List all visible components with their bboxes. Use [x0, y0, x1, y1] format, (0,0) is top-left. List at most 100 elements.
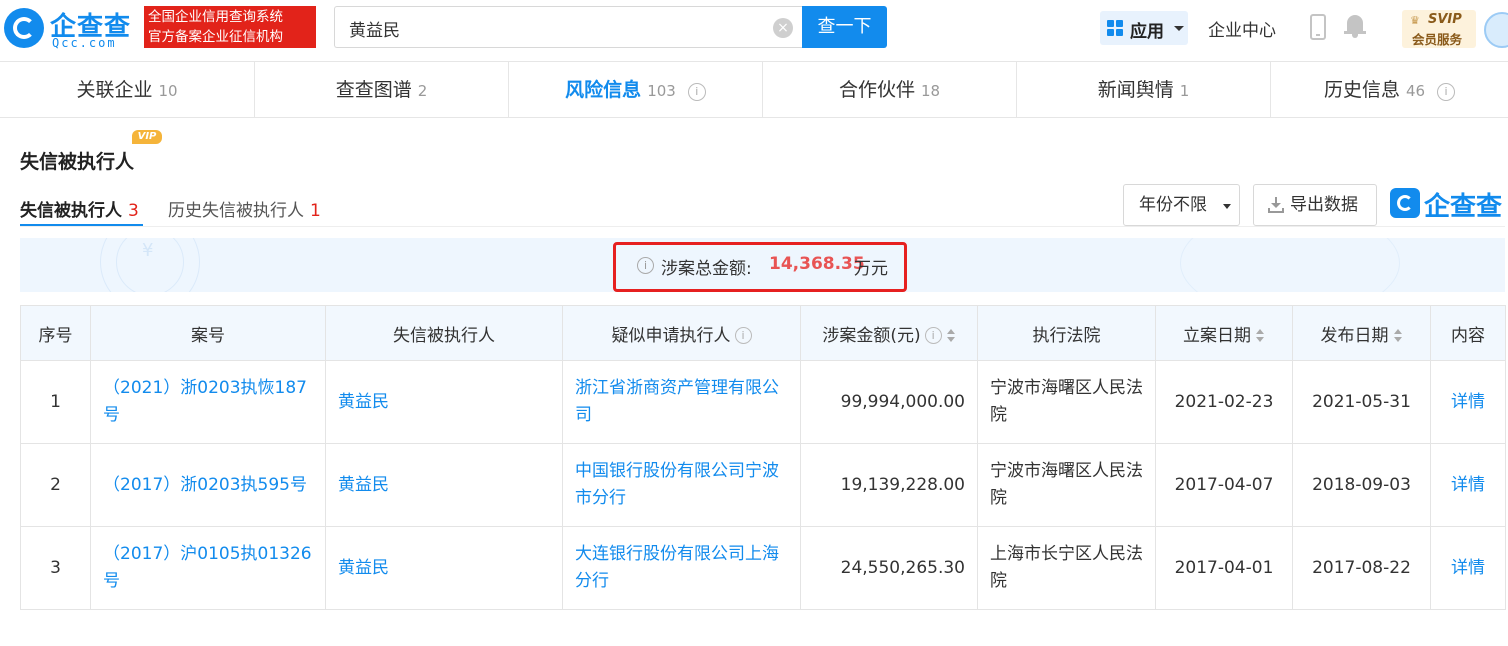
qcc-logo[interactable]: 企查查 Qcc.com — [0, 4, 142, 52]
tab-graph[interactable]: 查查图谱 2 — [255, 62, 509, 118]
tab-count: 10 — [158, 82, 178, 100]
applicant-link[interactable]: 浙江省浙商资产管理有限公司 — [562, 360, 801, 444]
sort-icon[interactable] — [946, 328, 956, 343]
top-header: 企查查 Qcc.com 全国企业信用查询系统 官方备案企业征信机构 × 查一下 … — [0, 0, 1508, 62]
qcc-watermark-logo: 企查查 — [1390, 186, 1508, 222]
tab-history[interactable]: 历史信息 46 i — [1271, 62, 1508, 118]
subtab-count: 3 — [128, 201, 139, 221]
subtab-label: 历史失信被执行人 — [168, 201, 304, 221]
tab-label: 风险信息 — [565, 79, 642, 101]
tab-news[interactable]: 新闻舆情 1 — [1017, 62, 1271, 118]
col-header-content: 内容 — [1430, 305, 1506, 361]
case-number-link[interactable]: （2017）浙0203执595号 — [90, 443, 326, 527]
subtab-label: 失信被执行人 — [20, 201, 122, 221]
app-menu-button[interactable]: 应用 — [1100, 11, 1188, 45]
tab-count: 46 — [1405, 82, 1426, 100]
cell-amount: 99,994,000.00 — [800, 360, 978, 444]
sort-icon[interactable] — [1393, 328, 1403, 343]
col-header-filed-date[interactable]: 立案日期 — [1155, 305, 1293, 361]
year-filter-dropdown[interactable]: 年份不限 — [1123, 184, 1240, 226]
detail-link[interactable]: 详情 — [1430, 526, 1506, 610]
table-header-row: 序号 案号 失信被执行人 疑似申请执行人 i 涉案金额(元) i 执行法院 立案日期… — [20, 305, 1506, 361]
svip-member-button[interactable]: ♛ SVIP 会员服务 — [1402, 10, 1476, 48]
info-icon[interactable]: i — [687, 82, 706, 101]
search-input[interactable] — [349, 15, 749, 41]
search-box: × — [334, 6, 804, 48]
col-header-label: 立案日期 — [1183, 325, 1251, 346]
case-number-link[interactable]: （2017）沪0105执01326号 — [90, 526, 326, 610]
cell-filed-date: 2017-04-01 — [1155, 526, 1293, 610]
enterprise-center-link[interactable]: 企业中心 — [1208, 16, 1276, 41]
notification-bell-icon[interactable] — [1344, 14, 1366, 38]
subtab-count: 1 — [310, 201, 321, 221]
cell-filed-date: 2017-04-07 — [1155, 443, 1293, 527]
tab-related-companies[interactable]: 关联企业 10 — [0, 62, 255, 118]
table-row: 2 （2017）浙0203执595号 黄益民 中国银行股份有限公司宁波市分行 1… — [20, 443, 1506, 527]
watermark-text: 企查查 — [1424, 192, 1503, 222]
export-label: 导出数据 — [1290, 195, 1358, 215]
slogan-badge: 全国企业信用查询系统 官方备案企业征信机构 — [144, 6, 316, 48]
cell-index: 3 — [20, 526, 91, 610]
sort-icon[interactable] — [1255, 328, 1265, 343]
col-header-label: 涉案金额(元) — [822, 325, 921, 346]
col-header-case-no: 案号 — [90, 305, 326, 361]
case-number-link[interactable]: （2021）浙0203执恢187号 — [90, 360, 326, 444]
download-icon — [1268, 197, 1284, 213]
cell-publish-date: 2021-05-31 — [1292, 360, 1431, 444]
col-header-court: 执行法院 — [977, 305, 1156, 361]
total-amount-label: 涉案总金额: — [661, 259, 752, 279]
dishonest-debtor-table: 序号 案号 失信被执行人 疑似申请执行人 i 涉案金额(元) i 执行法院 立案日期… — [20, 305, 1506, 610]
info-icon[interactable]: i — [637, 257, 654, 274]
avatar[interactable] — [1484, 12, 1508, 48]
tab-risk-info[interactable]: 风险信息 103 i — [509, 62, 763, 118]
clear-icon[interactable]: × — [773, 18, 793, 38]
logo-domain: Qcc.com — [52, 36, 117, 50]
info-icon[interactable]: i — [924, 327, 942, 344]
info-icon[interactable]: i — [734, 327, 752, 344]
col-header-applicant: 疑似申请执行人 i — [562, 305, 801, 361]
detail-link[interactable]: 详情 — [1430, 443, 1506, 527]
applicant-link[interactable]: 大连银行股份有限公司上海分行 — [562, 526, 801, 610]
applicant-link[interactable]: 中国银行股份有限公司宁波市分行 — [562, 443, 801, 527]
cell-court: 宁波市海曙区人民法院 — [977, 360, 1156, 444]
tab-label: 历史信息 — [1323, 79, 1400, 101]
year-filter-label: 年份不限 — [1139, 195, 1207, 215]
cell-court: 宁波市海曙区人民法院 — [977, 443, 1156, 527]
logo-mark-icon — [1390, 188, 1420, 218]
tab-label: 合作伙伴 — [838, 79, 915, 101]
decorative-circle — [1180, 238, 1400, 292]
app-grid-icon — [1107, 20, 1123, 36]
search-button[interactable]: 查一下 — [802, 6, 887, 48]
debtor-link[interactable]: 黄益民 — [325, 443, 563, 527]
tab-count: 1 — [1179, 82, 1190, 100]
subtab-history-dishonest-debtor[interactable]: 历史失信被执行人 1 — [168, 196, 321, 221]
total-amount-value: 14,368.35 — [769, 254, 865, 274]
caret-down-icon — [1223, 204, 1231, 209]
col-header-label: 疑似申请执行人 — [611, 325, 731, 346]
export-data-button[interactable]: 导出数据 — [1253, 184, 1377, 226]
cell-amount: 19,139,228.00 — [800, 443, 978, 527]
vip-tag: VIP — [132, 130, 162, 144]
logo-mark-icon — [4, 8, 44, 48]
table-row: 3 （2017）沪0105执01326号 黄益民 大连银行股份有限公司上海分行 … — [20, 526, 1506, 610]
mobile-phone-icon[interactable] — [1310, 14, 1326, 40]
debtor-link[interactable]: 黄益民 — [325, 360, 563, 444]
debtor-link[interactable]: 黄益民 — [325, 526, 563, 610]
tab-label: 新闻舆情 — [1097, 79, 1174, 101]
crown-icon: ♛ — [1410, 14, 1420, 27]
svip-label: SVIP — [1428, 12, 1462, 27]
tab-partners[interactable]: 合作伙伴 18 — [763, 62, 1017, 118]
detail-link[interactable]: 详情 — [1430, 360, 1506, 444]
cell-publish-date: 2017-08-22 — [1292, 526, 1431, 610]
subtab-dishonest-debtor[interactable]: 失信被执行人 3 — [20, 196, 139, 221]
cell-filed-date: 2021-02-23 — [1155, 360, 1293, 444]
table-row: 1 （2021）浙0203执恢187号 黄益民 浙江省浙商资产管理有限公司 99… — [20, 360, 1506, 444]
tab-label: 关联企业 — [76, 79, 153, 101]
info-icon[interactable]: i — [1437, 82, 1456, 101]
cell-index: 1 — [20, 360, 91, 444]
col-header-amount[interactable]: 涉案金额(元) i — [800, 305, 978, 361]
yen-icon: ¥ — [142, 240, 154, 261]
tab-count: 18 — [920, 82, 941, 100]
col-header-publish-date[interactable]: 发布日期 — [1292, 305, 1431, 361]
member-service-label: 会员服务 — [1412, 32, 1463, 47]
